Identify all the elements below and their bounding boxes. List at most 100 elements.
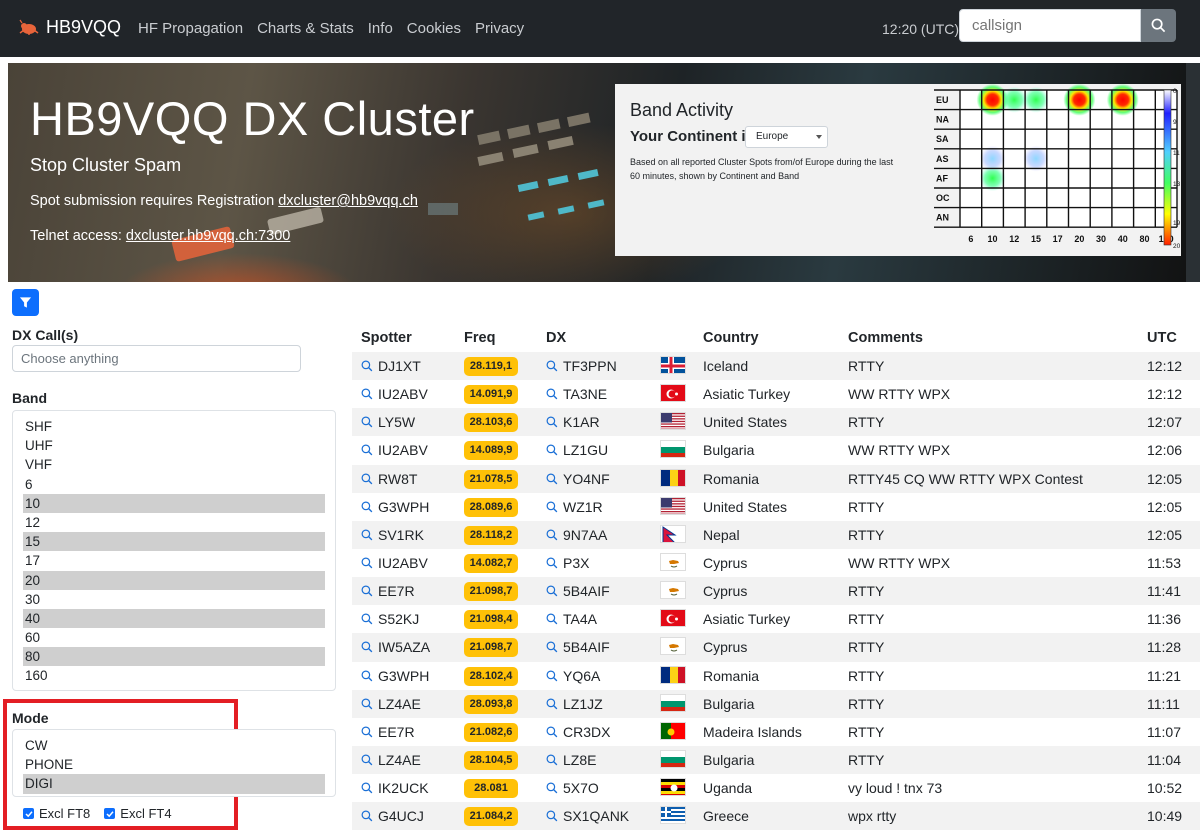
list-option-60[interactable]: 60 — [23, 628, 325, 647]
excl-ft8-checkbox[interactable] — [23, 808, 34, 819]
dx-cell[interactable]: 9N7AA — [546, 527, 607, 543]
header-dx[interactable]: DX — [546, 330, 566, 346]
header-country[interactable]: Country — [703, 330, 759, 346]
magnifier-icon[interactable] — [361, 473, 373, 485]
magnifier-icon[interactable] — [361, 641, 373, 653]
dx-cell[interactable]: LZ8E — [546, 752, 596, 768]
spotter-callsign[interactable]: G3WPH — [378, 499, 429, 515]
dx-cell[interactable]: TA4A — [546, 611, 597, 627]
spotter-cell[interactable]: IU2ABV — [361, 555, 428, 571]
spotter-callsign[interactable]: IU2ABV — [378, 555, 428, 571]
spotter-callsign[interactable]: IU2ABV — [378, 442, 428, 458]
dx-callsign[interactable]: TA4A — [563, 611, 597, 627]
freq-badge[interactable]: 21.098,7 — [464, 638, 518, 658]
dx-callsign[interactable]: 5X7O — [563, 780, 599, 796]
spotter-cell[interactable]: S52KJ — [361, 611, 419, 627]
spotter-callsign[interactable]: G4UCJ — [378, 808, 424, 824]
list-option-cw[interactable]: CW — [23, 736, 325, 755]
filter-toggle-button[interactable] — [12, 289, 39, 316]
spotter-cell[interactable]: G3WPH — [361, 499, 429, 515]
dx-callsign[interactable]: SX1QANK — [563, 808, 629, 824]
dx-cell[interactable]: LZ1JZ — [546, 696, 603, 712]
dx-call-input[interactable]: Choose anything — [12, 345, 301, 372]
spotter-cell[interactable]: IK2UCK — [361, 780, 429, 796]
list-option-vhf[interactable]: VHF — [23, 455, 325, 474]
freq-badge[interactable]: 21.082,6 — [464, 722, 518, 742]
spotter-cell[interactable]: SV1RK — [361, 527, 424, 543]
header-utc[interactable]: UTC — [1147, 330, 1177, 346]
brand-link[interactable]: HB9VQQ — [18, 17, 121, 38]
spotter-cell[interactable]: RW8T — [361, 471, 417, 487]
nav-charts-stats[interactable]: Charts & Stats — [257, 20, 354, 37]
dx-callsign[interactable]: 9N7AA — [563, 527, 607, 543]
spotter-callsign[interactable]: G3WPH — [378, 668, 429, 684]
freq-badge[interactable]: 14.091,9 — [464, 385, 518, 405]
dx-callsign[interactable]: YQ6A — [563, 668, 600, 684]
list-option-30[interactable]: 30 — [23, 590, 325, 609]
registration-email-link[interactable]: dxcluster@hb9vqq.ch — [278, 193, 418, 209]
freq-badge[interactable]: 28.119,1 — [464, 357, 518, 376]
spotter-callsign[interactable]: LZ4AE — [378, 752, 421, 768]
magnifier-icon[interactable] — [361, 585, 373, 597]
magnifier-icon[interactable] — [546, 501, 558, 513]
header-spotter[interactable]: Spotter — [361, 330, 412, 346]
list-option-shf[interactable]: SHF — [23, 417, 325, 436]
dx-callsign[interactable]: CR3DX — [563, 724, 610, 740]
header-freq[interactable]: Freq — [464, 330, 495, 346]
spotter-callsign[interactable]: EE7R — [378, 724, 415, 740]
list-option-uhf[interactable]: UHF — [23, 436, 325, 455]
freq-badge[interactable]: 14.089,9 — [464, 441, 518, 461]
list-option-40[interactable]: 40 — [23, 608, 325, 629]
magnifier-icon[interactable] — [546, 360, 558, 372]
freq-badge[interactable]: 21.084,2 — [464, 807, 518, 827]
spotter-callsign[interactable]: S52KJ — [378, 611, 419, 627]
nav-hf-propagation[interactable]: HF Propagation — [138, 20, 243, 37]
dx-cell[interactable]: WZ1R — [546, 499, 603, 515]
magnifier-icon[interactable] — [546, 473, 558, 485]
magnifier-icon[interactable] — [546, 754, 558, 766]
dx-callsign[interactable]: 5B4AIF — [563, 583, 610, 599]
spotter-callsign[interactable]: IU2ABV — [378, 386, 428, 402]
dx-callsign[interactable]: LZ1GU — [563, 442, 608, 458]
nav-info[interactable]: Info — [368, 20, 393, 37]
dx-callsign[interactable]: TA3NE — [563, 386, 607, 402]
list-option-80[interactable]: 80 — [23, 647, 325, 667]
brand-name[interactable]: HB9VQQ — [46, 17, 121, 38]
dx-cell[interactable]: TA3NE — [546, 386, 607, 402]
dx-cell[interactable]: YQ6A — [546, 668, 600, 684]
spotter-callsign[interactable]: IK2UCK — [378, 780, 429, 796]
search-button[interactable] — [1141, 9, 1176, 42]
magnifier-icon[interactable] — [361, 698, 373, 710]
freq-badge[interactable]: 21.078,5 — [464, 469, 518, 489]
magnifier-icon[interactable] — [361, 360, 373, 372]
magnifier-icon[interactable] — [361, 754, 373, 766]
telnet-host-link[interactable]: dxcluster.hb9vqq.ch:7300 — [126, 228, 290, 244]
dx-cell[interactable]: LZ1GU — [546, 442, 608, 458]
magnifier-icon[interactable] — [546, 698, 558, 710]
freq-badge[interactable]: 21.098,4 — [464, 610, 518, 630]
freq-badge[interactable]: 28.104,5 — [464, 750, 518, 770]
list-option-17[interactable]: 17 — [23, 551, 325, 570]
dx-cell[interactable]: YO4NF — [546, 471, 610, 487]
dx-callsign[interactable]: LZ8E — [563, 752, 596, 768]
magnifier-icon[interactable] — [546, 613, 558, 625]
magnifier-icon[interactable] — [361, 782, 373, 794]
magnifier-icon[interactable] — [546, 585, 558, 597]
spotter-callsign[interactable]: LY5W — [378, 414, 415, 430]
spotter-cell[interactable]: LZ4AE — [361, 696, 421, 712]
magnifier-icon[interactable] — [361, 613, 373, 625]
nav-cookies[interactable]: Cookies — [407, 20, 461, 37]
dx-callsign[interactable]: WZ1R — [563, 499, 603, 515]
freq-badge[interactable]: 21.098,7 — [464, 582, 518, 602]
magnifier-icon[interactable] — [546, 670, 558, 682]
dx-cell[interactable]: CR3DX — [546, 724, 610, 740]
list-option-digi[interactable]: DIGI — [23, 774, 325, 794]
magnifier-icon[interactable] — [361, 501, 373, 513]
magnifier-icon[interactable] — [361, 670, 373, 682]
dx-cell[interactable]: SX1QANK — [546, 808, 629, 824]
list-option-160[interactable]: 160 — [23, 666, 325, 685]
callsign-search-input[interactable] — [959, 9, 1141, 42]
magnifier-icon[interactable] — [546, 388, 558, 400]
magnifier-icon[interactable] — [361, 810, 373, 822]
spotter-cell[interactable]: EE7R — [361, 724, 415, 740]
